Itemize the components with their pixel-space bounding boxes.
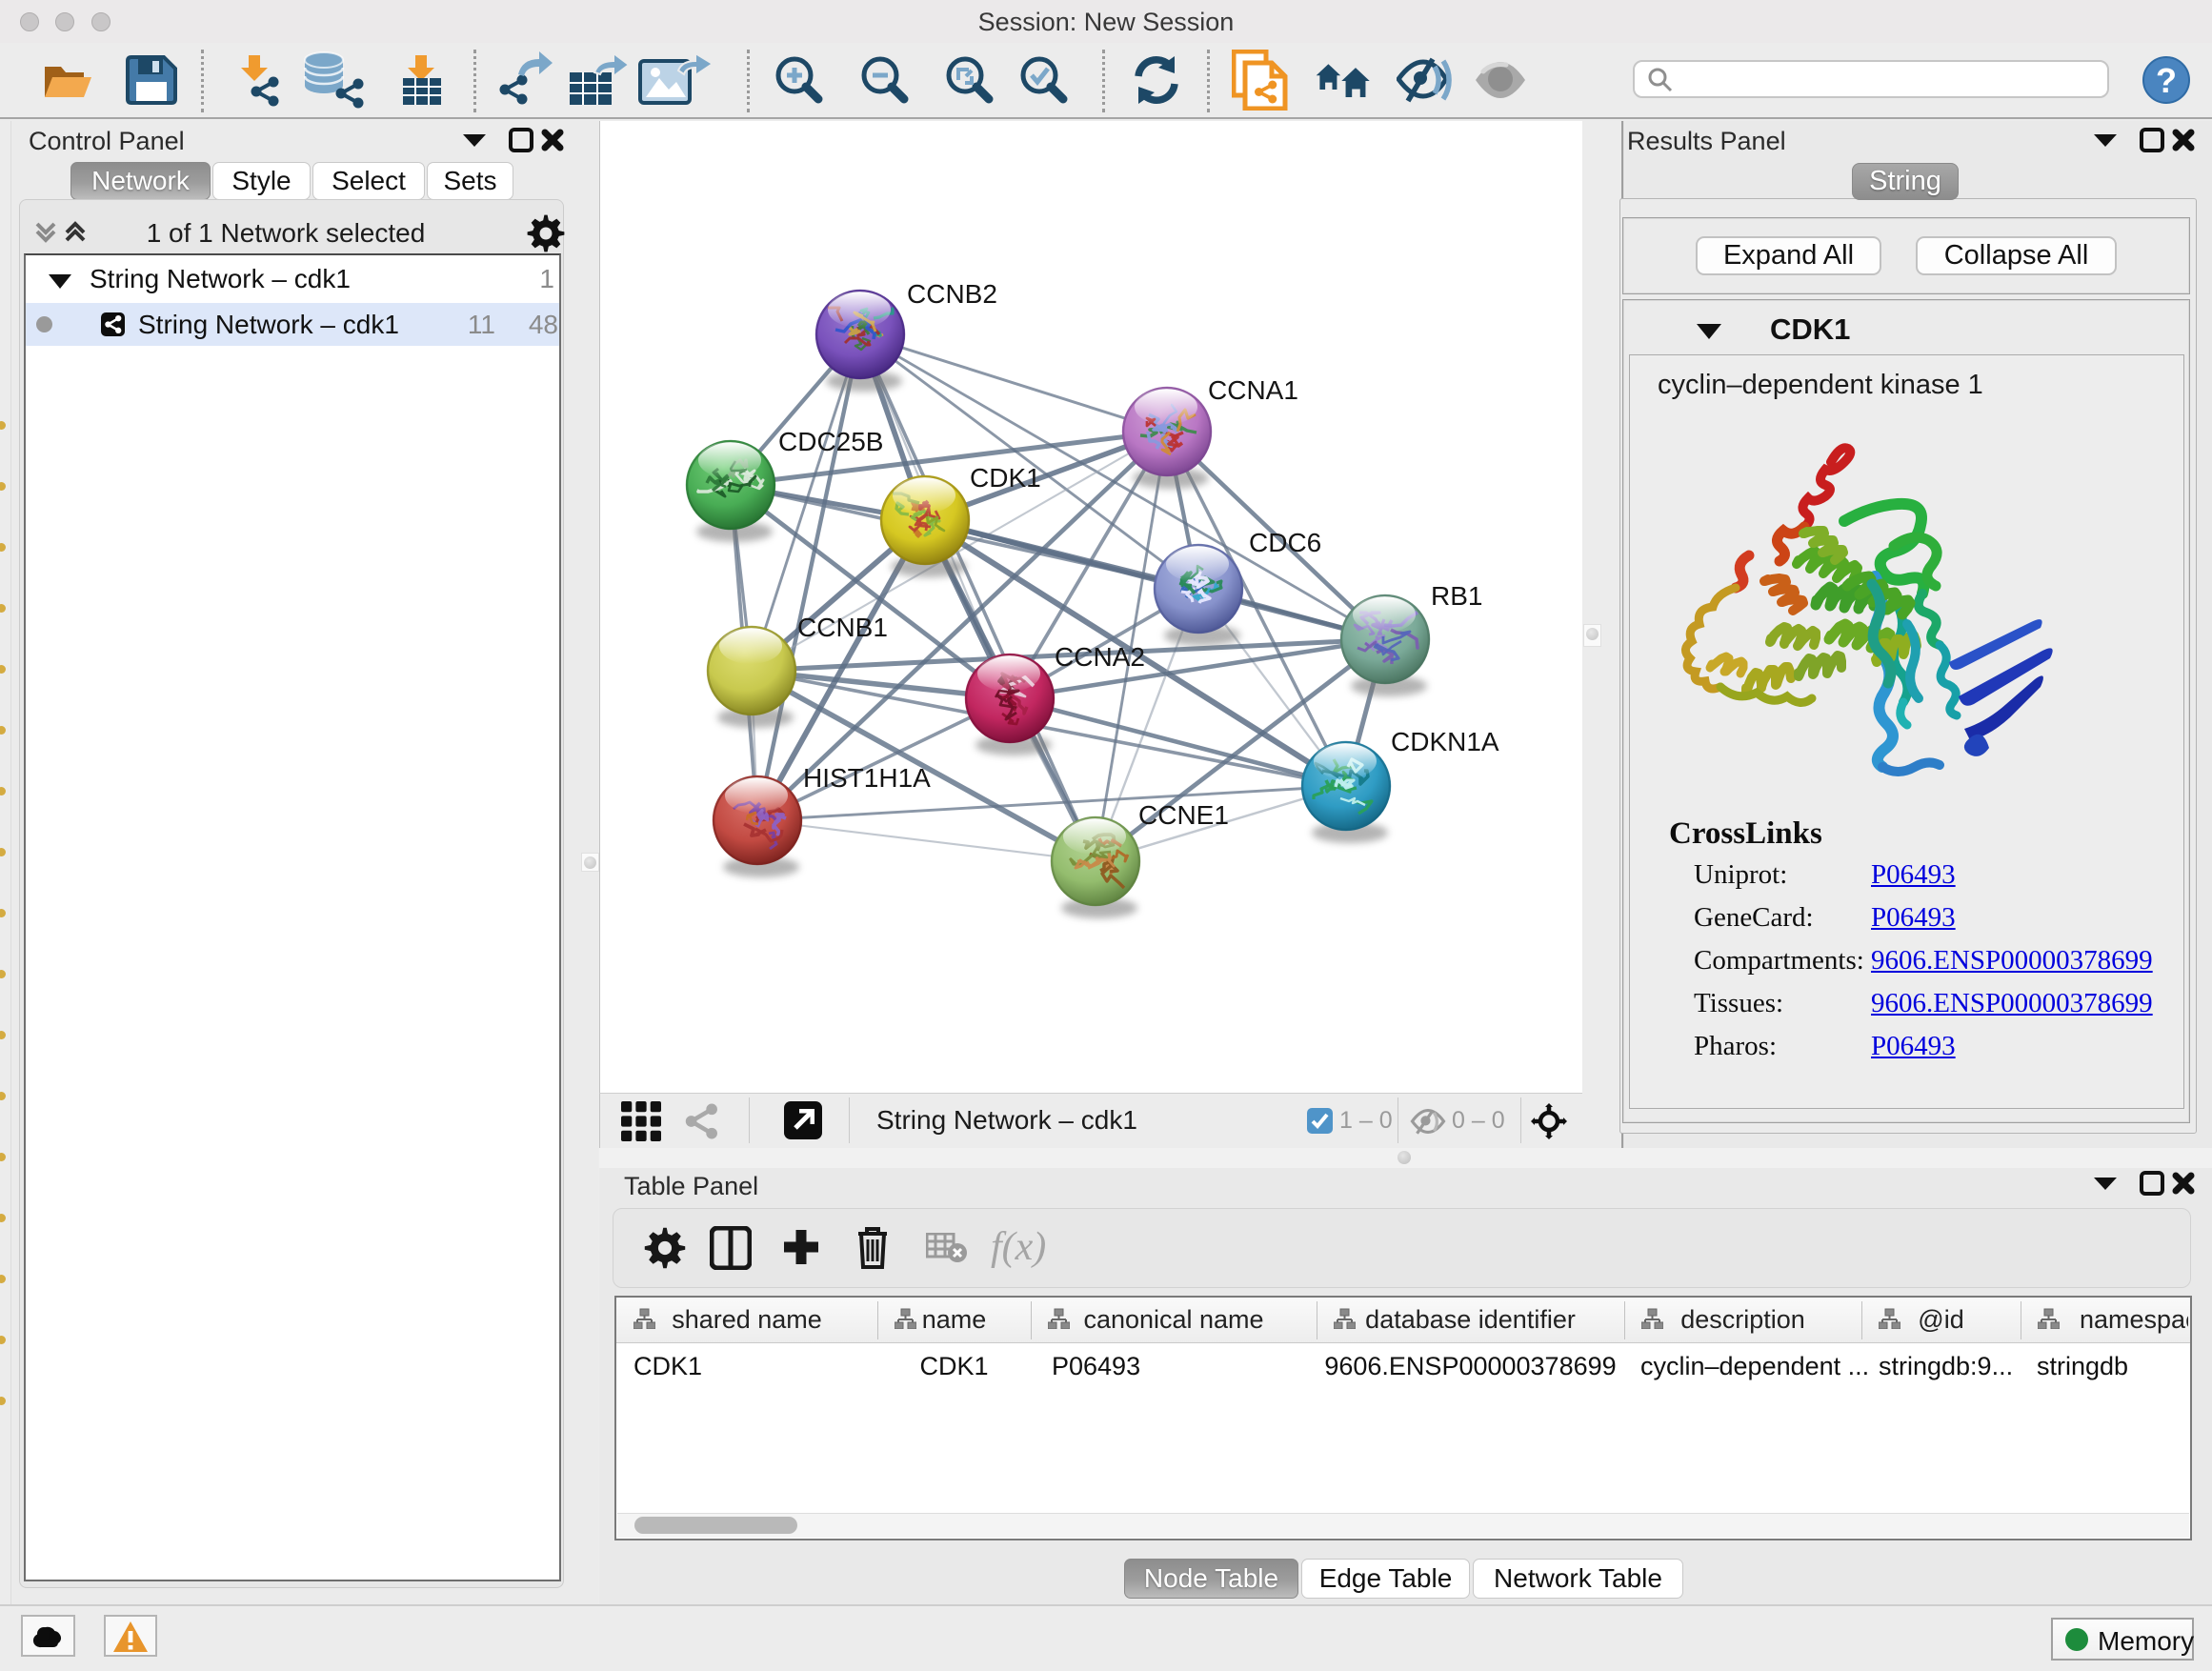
svg-text:CCNB2: CCNB2 bbox=[907, 279, 997, 309]
svg-text:CCNE1: CCNE1 bbox=[1138, 800, 1229, 830]
svg-text:CCNA2: CCNA2 bbox=[1055, 642, 1145, 672]
svg-text:CCNA1: CCNA1 bbox=[1208, 375, 1298, 405]
svg-text:CDC25B: CDC25B bbox=[778, 427, 883, 456]
svg-text:CDC6: CDC6 bbox=[1249, 528, 1321, 557]
svg-text:RB1: RB1 bbox=[1431, 581, 1482, 611]
svg-text:CDKN1A: CDKN1A bbox=[1391, 727, 1499, 756]
svg-text:CCNB1: CCNB1 bbox=[797, 613, 888, 642]
svg-text:CDK1: CDK1 bbox=[970, 463, 1041, 493]
svg-text:HIST1H1A: HIST1H1A bbox=[803, 763, 931, 793]
